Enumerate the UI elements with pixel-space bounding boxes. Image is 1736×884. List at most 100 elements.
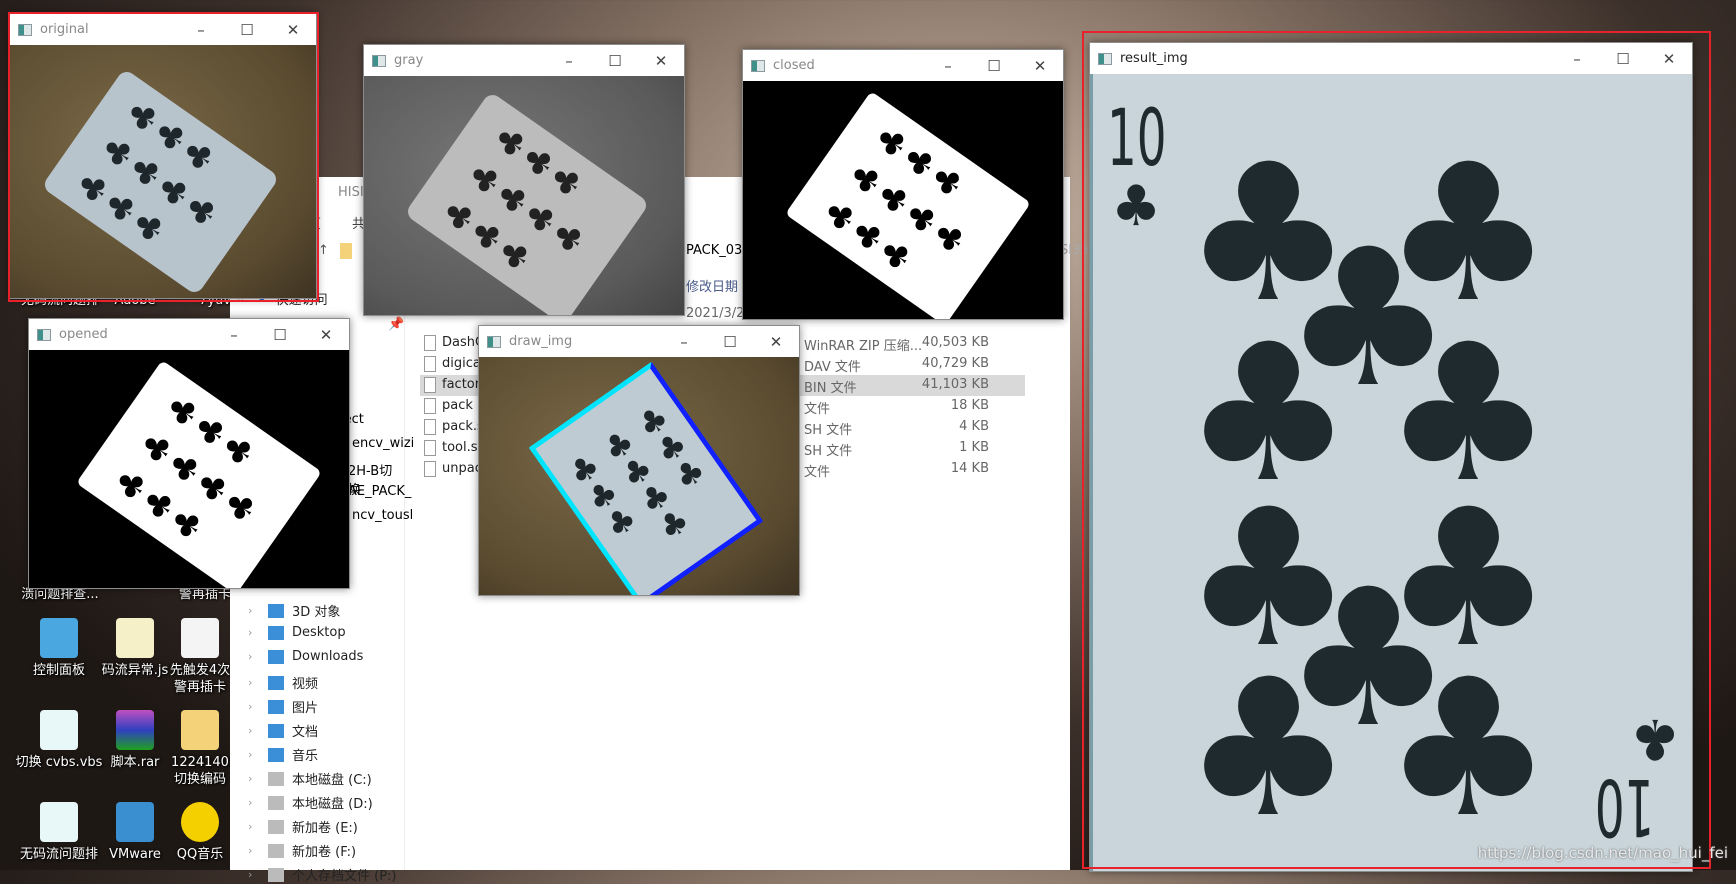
- column-header-modified[interactable]: 修改日期: [686, 276, 738, 295]
- chevron-right-icon[interactable]: ›: [248, 604, 260, 617]
- chevron-right-icon[interactable]: ›: [248, 820, 260, 833]
- vmware-icon: [116, 802, 154, 842]
- desktop-icon-item[interactable]: 1224140 切换编码: [165, 710, 235, 788]
- file-size: 18 KB: [950, 398, 989, 413]
- maximize-button[interactable]: ☐: [707, 333, 753, 351]
- nav-label: Downloads: [292, 649, 364, 664]
- file-icon: [424, 335, 436, 351]
- title-bar[interactable]: closed – ☐ ✕: [743, 50, 1063, 81]
- chevron-right-icon[interactable]: ›: [248, 626, 260, 639]
- script-file-icon: [116, 618, 154, 658]
- app-icon: [37, 328, 51, 341]
- nav-item[interactable]: › 3D 对象: [248, 601, 340, 620]
- close-button[interactable]: ✕: [753, 333, 799, 351]
- nav-item[interactable]: › 图片: [248, 697, 318, 716]
- chevron-right-icon[interactable]: ›: [248, 748, 260, 761]
- maximize-button[interactable]: ☐: [257, 326, 303, 344]
- minimize-button[interactable]: –: [546, 52, 592, 70]
- nav-item[interactable]: › 文档: [248, 721, 318, 740]
- highlight-box: [1082, 31, 1711, 869]
- desktop-icon-label: VMware: [109, 847, 161, 862]
- closed-window[interactable]: closed – ☐ ✕ ♣ ♣ ♣ ♣ ♣ ♣ ♣ ♣ ♣ ♣: [742, 49, 1064, 320]
- minimize-button[interactable]: –: [661, 333, 707, 351]
- title-bar[interactable]: gray – ☐ ✕: [364, 45, 684, 76]
- nav-label: 文档: [292, 725, 319, 740]
- nav-label: 新加卷 (F:): [292, 845, 357, 860]
- file-size: 40,503 KB: [921, 335, 989, 350]
- documents-icon: [268, 723, 284, 738]
- file-icon: [424, 461, 436, 477]
- file-icon: [424, 377, 436, 393]
- file-size: 41,103 KB: [921, 377, 989, 392]
- drive-icon: [268, 843, 284, 858]
- title-bar[interactable]: draw_img – ☐ ✕: [479, 326, 799, 357]
- close-button[interactable]: ✕: [1017, 57, 1063, 75]
- nav-item-fragment[interactable]: AE_PACK_: [348, 484, 411, 499]
- nav-item[interactable]: › 个人存档文件 (P:): [248, 865, 397, 884]
- desktop-icon-item[interactable]: QQ音乐: [165, 802, 235, 863]
- close-button[interactable]: ✕: [303, 326, 349, 344]
- chevron-right-icon[interactable]: ›: [248, 844, 260, 857]
- highlight-box: [8, 12, 319, 302]
- close-button[interactable]: ✕: [638, 52, 684, 70]
- chevron-right-icon[interactable]: ›: [248, 700, 260, 713]
- qq-music-icon: [181, 802, 219, 842]
- drive-icon: [268, 819, 284, 834]
- draw-img-window[interactable]: draw_img – ☐ ✕ ♣ ♣ ♣ ♣ ♣ ♣ ♣ ♣ ♣ ♣: [478, 325, 800, 596]
- file-name: unpac: [442, 461, 482, 476]
- nav-label: 本地磁盘 (D:): [292, 797, 373, 812]
- pin-icon[interactable]: 📌: [388, 317, 404, 332]
- title-bar[interactable]: opened – ☐ ✕: [29, 319, 349, 350]
- nav-item[interactable]: › 音乐: [248, 745, 318, 764]
- chevron-right-icon[interactable]: ›: [248, 772, 260, 785]
- chevron-right-icon[interactable]: ›: [248, 796, 260, 809]
- text-file-icon: [181, 618, 219, 658]
- maximize-button[interactable]: ☐: [971, 57, 1017, 75]
- desktop-icon-label: 警再插卡: [178, 587, 231, 602]
- watermark: https://blog.csdn.net/mao_hui_fei: [1477, 844, 1728, 862]
- file-icon: [424, 398, 436, 414]
- nav-item[interactable]: › 新加卷 (E:): [248, 817, 358, 836]
- nav-label: 3D 对象: [292, 605, 341, 620]
- music-icon: [268, 747, 284, 762]
- address-bar-path[interactable]: PACK_032: [686, 243, 751, 258]
- nav-item[interactable]: › 本地磁盘 (C:): [248, 769, 372, 788]
- nav-item[interactable]: › 视频: [248, 673, 318, 692]
- chevron-right-icon[interactable]: ›: [248, 650, 260, 663]
- nav-item-fragment[interactable]: encv_wizi: [352, 436, 414, 451]
- card-image-with-contour: ♣ ♣ ♣ ♣ ♣ ♣ ♣ ♣ ♣ ♣: [528, 361, 764, 595]
- window-title: gray: [394, 53, 424, 68]
- chevron-right-icon[interactable]: ›: [248, 724, 260, 737]
- minimize-button[interactable]: –: [211, 326, 257, 344]
- file-type: SH 文件: [804, 444, 853, 459]
- nav-item[interactable]: › Desktop: [248, 625, 346, 640]
- desktop-icon-label: 脚本.rar: [110, 755, 160, 770]
- file-type: WinRAR ZIP 压缩...: [804, 339, 923, 354]
- nav-item[interactable]: › 本地磁盘 (D:): [248, 793, 373, 812]
- card-image: ♣ ♣ ♣ ♣ ♣ ♣ ♣ ♣ ♣ ♣: [76, 360, 322, 588]
- file-size: 40,729 KB: [921, 356, 989, 371]
- desktop-icon-label: 溃问题排查...: [21, 587, 99, 602]
- desktop-icon: [268, 625, 284, 640]
- window-title: closed: [773, 58, 815, 73]
- desktop-icon-item[interactable]: 先触发4次 警再插卡: [165, 618, 235, 696]
- nav-item-fragment[interactable]: ncv_tousl: [352, 508, 413, 523]
- nav-item[interactable]: › 新加卷 (F:): [248, 841, 356, 860]
- downloads-icon: [268, 649, 284, 664]
- vbs-file-icon: [40, 802, 78, 842]
- image-view: ♣ ♣ ♣ ♣ ♣ ♣ ♣ ♣ ♣ ♣: [29, 350, 349, 588]
- opened-window[interactable]: opened – ☐ ✕ ♣ ♣ ♣ ♣ ♣ ♣ ♣ ♣ ♣ ♣: [28, 318, 350, 589]
- minimize-button[interactable]: –: [925, 57, 971, 75]
- nav-label: 本地磁盘 (C:): [292, 773, 372, 788]
- 3d-objects-icon: [268, 603, 284, 618]
- file-icon: [424, 440, 436, 456]
- gray-window[interactable]: gray – ☐ ✕ ♣ ♣ ♣ ♣ ♣ ♣ ♣ ♣ ♣ ♣: [363, 44, 685, 316]
- nav-item[interactable]: › Downloads: [248, 649, 363, 664]
- desktop-icon-label: 先触发4次 警再插卡: [169, 663, 231, 695]
- chevron-right-icon[interactable]: ›: [248, 676, 260, 689]
- desktop-icon-label: 码流异常.js: [101, 663, 169, 678]
- desktop-icon-label: 1224140 切换编码: [171, 755, 229, 787]
- nav-label: 新加卷 (E:): [292, 821, 358, 836]
- maximize-button[interactable]: ☐: [592, 52, 638, 70]
- file-type: SH 文件: [804, 423, 853, 438]
